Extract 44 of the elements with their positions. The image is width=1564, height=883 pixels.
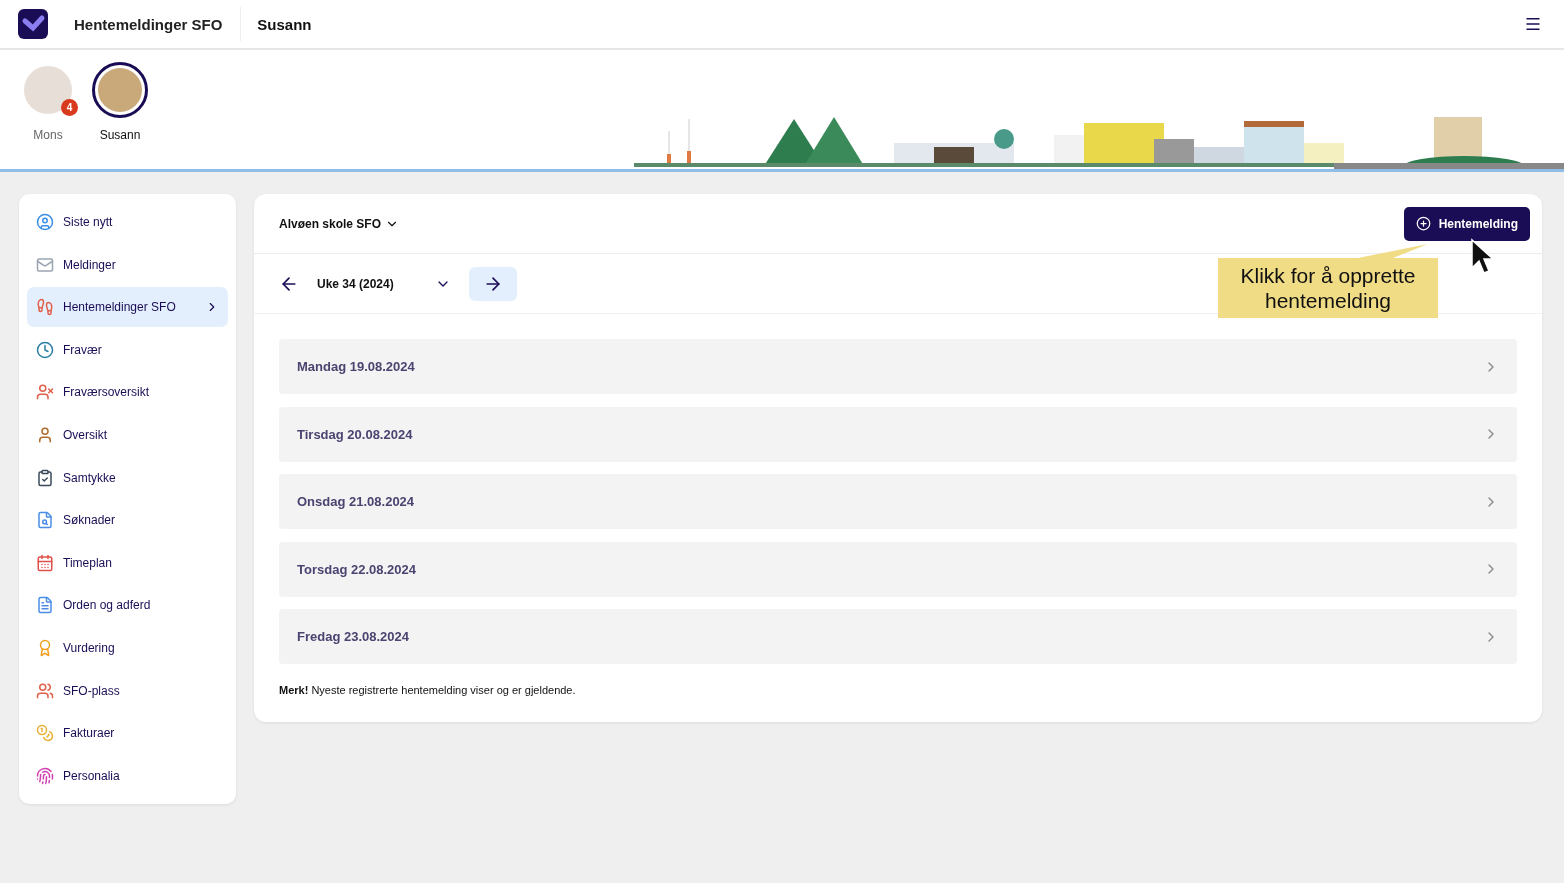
sidebar-item[interactable]: Samtykke xyxy=(27,457,228,498)
school-dropdown[interactable]: Alvøen skole SFO xyxy=(279,216,400,231)
sidebar-item[interactable]: Søknader xyxy=(27,500,228,541)
clock-icon xyxy=(36,340,54,359)
child-name: Susann xyxy=(257,15,312,33)
sidebar-item[interactable]: Orden og adferd xyxy=(27,585,228,626)
sidebar-item[interactable]: Fraværsoversikt xyxy=(27,372,228,413)
calendar-icon xyxy=(36,553,54,572)
menu-icon xyxy=(1524,15,1542,33)
document-icon xyxy=(36,596,54,615)
clipboard-check-icon xyxy=(36,468,54,487)
sidebar-item[interactable]: Timeplan xyxy=(27,542,228,583)
document-search-icon xyxy=(36,511,54,530)
day-row[interactable]: Torsdag 22.08.2024 xyxy=(279,541,1517,597)
next-week-button[interactable] xyxy=(469,266,517,301)
week-label: Uke 34 (2024) xyxy=(317,276,395,291)
avatar-placeholder xyxy=(24,66,72,114)
sidebar-item[interactable]: Siste nytt xyxy=(27,202,228,242)
fingerprint-icon xyxy=(36,766,54,785)
sidebar-item[interactable]: Fakturaer xyxy=(27,713,228,754)
person-x-icon xyxy=(36,383,54,402)
sidebar-item[interactable]: Vurdering xyxy=(27,627,228,668)
envelope-icon xyxy=(36,255,54,274)
day-row[interactable]: Onsdag 21.08.2024 xyxy=(279,474,1517,529)
person-icon xyxy=(36,425,54,444)
new-pickup-button[interactable]: Hentemelding xyxy=(1403,206,1530,241)
app-logo-icon xyxy=(18,9,48,39)
sidebar-item[interactable]: Fravær xyxy=(27,329,228,370)
notification-badge: 4 xyxy=(61,99,78,116)
app-title: Hentemeldinger SFO xyxy=(74,7,242,41)
day-row[interactable]: Tirsdag 20.08.2024 xyxy=(279,406,1517,462)
avatar-placeholder xyxy=(98,68,142,112)
sidebar-item[interactable]: Meldinger xyxy=(27,244,228,285)
sidebar-item[interactable]: Personalia xyxy=(27,755,228,796)
coins-icon xyxy=(36,724,54,743)
child-selector[interactable]: 4 Mons xyxy=(20,62,76,142)
sidebar-item[interactable]: Hentemeldinger SFO xyxy=(27,287,228,328)
note-text: Merk! Nyeste registrerte hentemelding viser og er gjeldende. xyxy=(279,684,577,696)
day-row[interactable]: Mandag 19.08.2024 xyxy=(279,339,1517,394)
plus-circle-icon xyxy=(1415,216,1431,231)
day-row[interactable]: Fredag 23.08.2024 xyxy=(279,609,1517,664)
sidebar-item[interactable]: SFO-plass xyxy=(27,670,228,711)
person-circle-icon xyxy=(36,213,54,231)
sidebar-item[interactable]: Oversikt xyxy=(27,414,228,455)
